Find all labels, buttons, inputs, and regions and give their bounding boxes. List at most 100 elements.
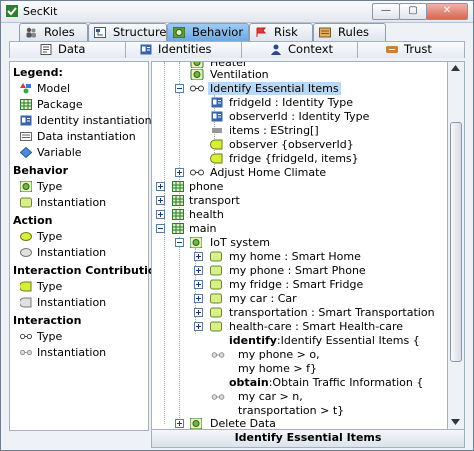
legend-label: Type: [37, 230, 63, 243]
behavior-tree[interactable]: Heater Ventilation Identify Essential It…: [151, 61, 449, 431]
interaction-type-icon: [190, 169, 204, 176]
legend-heading-behavior: Behavior: [13, 164, 69, 177]
expand-icon[interactable]: [194, 266, 203, 275]
expand-icon[interactable]: [194, 308, 203, 317]
tab-data[interactable]: Data: [9, 41, 126, 58]
behavior-instantiation-icon: [210, 321, 222, 332]
legend-heading-interaction-contribution: Interaction Contribution: [13, 264, 164, 277]
legend-label: Identity instantiation: [37, 114, 152, 127]
expand-icon[interactable]: [194, 252, 203, 261]
legend-label: Instantiation: [37, 296, 107, 309]
tab-behavior-label: Behavior: [192, 25, 244, 39]
tree-node-label: transport: [189, 194, 240, 207]
scroll-up-icon[interactable]: [451, 65, 460, 71]
expand-icon[interactable]: [156, 210, 165, 219]
interaction-obtain-head[interactable]: obtain:Obtain Traffic Information {: [229, 376, 423, 390]
interaction-keyword: obtain: [229, 376, 269, 389]
legend-heading-interaction: Interaction: [13, 314, 82, 327]
data-instantiation-icon: [20, 132, 32, 141]
selection-status: Identify Essential Items: [151, 429, 465, 448]
interaction-contribution-type-icon: [20, 281, 32, 292]
model-icon: [20, 83, 31, 94]
seckit-window: SecKit — ▢ ✕ Roles Structure Behavior Ri…: [0, 0, 474, 451]
tree-node-label: my fridge : Smart Fridge: [229, 278, 364, 291]
behavior-instantiation-icon: [210, 265, 222, 276]
tab-risk[interactable]: Risk: [249, 23, 313, 41]
collapse-icon[interactable]: [175, 238, 184, 247]
tree-node-label: observerId : Identity Type: [229, 110, 370, 123]
legend-label: Type: [37, 280, 63, 293]
expand-icon[interactable]: [156, 196, 165, 205]
interaction-identify-head[interactable]: identify:Identify Essential Items {: [229, 334, 420, 348]
package-icon: [20, 99, 32, 110]
expand-icon[interactable]: [156, 182, 165, 191]
collapse-icon[interactable]: [156, 224, 165, 233]
minimize-button[interactable]: —: [372, 3, 400, 20]
tree-node-label: phone: [189, 180, 224, 193]
structure-icon: [94, 27, 106, 38]
interaction-instantiation-icon: [20, 349, 32, 356]
tree-node-label: health: [189, 208, 224, 221]
tab-behavior[interactable]: Behavior: [167, 23, 249, 41]
identity-instantiation-icon: [20, 115, 32, 126]
rules-icon: [319, 27, 331, 38]
close-button[interactable]: ✕: [426, 3, 468, 20]
identities-icon: [140, 44, 152, 55]
tree-node-label: observer {observerId}: [229, 138, 354, 151]
scroll-down-icon[interactable]: [451, 419, 460, 425]
behavior-type-icon: [190, 69, 204, 80]
trust-icon: [386, 46, 398, 53]
tab-roles[interactable]: Roles: [19, 23, 88, 41]
tree-node-label: my phone : Smart Phone: [229, 264, 366, 277]
variable-icon: [20, 147, 32, 158]
expand-icon[interactable]: [175, 419, 184, 428]
package-icon: [172, 195, 184, 206]
expand-icon[interactable]: [194, 322, 203, 331]
legend-label: Instantiation: [37, 346, 107, 359]
tab-context[interactable]: Context: [241, 41, 358, 58]
identity-instantiation-icon: [211, 97, 223, 108]
maximize-button[interactable]: ▢: [399, 3, 427, 20]
tree-scrollbar[interactable]: [447, 61, 465, 431]
interaction-head-text: :Identify Essential Items {: [276, 334, 420, 347]
data-icon: [40, 44, 52, 55]
tree-node-label: main: [189, 222, 217, 235]
legend-label: Model: [37, 82, 71, 95]
interaction-identify-line: my home > f}: [238, 362, 317, 376]
legend-heading-action: Action: [13, 214, 53, 227]
interaction-mapping: my car > n,: [238, 390, 303, 403]
behavior-type-icon: [190, 418, 202, 429]
identity-instantiation-icon: [211, 111, 223, 122]
legend-title: Legend:: [13, 66, 63, 79]
legend-label: Variable: [37, 146, 82, 159]
tab-context-label: Context: [288, 42, 334, 56]
expand-icon[interactable]: [175, 168, 184, 177]
expand-icon[interactable]: [194, 280, 203, 289]
interaction-mapping: transportation > t}: [238, 404, 345, 417]
tree-node-label: items : EString[]: [229, 124, 319, 137]
tab-trust[interactable]: Trust: [357, 41, 465, 58]
app-icon: [6, 5, 18, 17]
tab-structure-label: Structure: [113, 25, 167, 39]
main-tab-strip: Roles Structure Behavior Risk Rules: [1, 23, 473, 41]
legend-label: Type: [37, 330, 63, 343]
tab-rules-label: Rules: [338, 25, 370, 39]
tree-node-label: my car : Car: [229, 292, 297, 305]
collapse-icon[interactable]: [175, 84, 184, 93]
tab-risk-label: Risk: [274, 25, 298, 39]
interaction-contribution-type-icon: [210, 153, 223, 164]
tab-rules[interactable]: Rules: [313, 23, 386, 41]
interaction-instantiation-icon: [211, 352, 225, 358]
interaction-instantiation-icon: [211, 394, 225, 400]
package-icon: [172, 209, 184, 220]
scrollbar-thumb[interactable]: [450, 122, 462, 362]
behavior-type-icon: [190, 62, 204, 68]
tab-identities[interactable]: Identities: [125, 41, 242, 58]
interaction-type-icon: [20, 333, 32, 340]
behavior-type-icon: [20, 181, 32, 192]
tree-node-label: transportation : Smart Transportation: [229, 306, 435, 319]
legend-label: Instantiation: [37, 246, 107, 259]
tab-structure[interactable]: Structure: [88, 23, 167, 41]
behavior-type-icon: [190, 237, 202, 248]
expand-icon[interactable]: [194, 294, 203, 303]
